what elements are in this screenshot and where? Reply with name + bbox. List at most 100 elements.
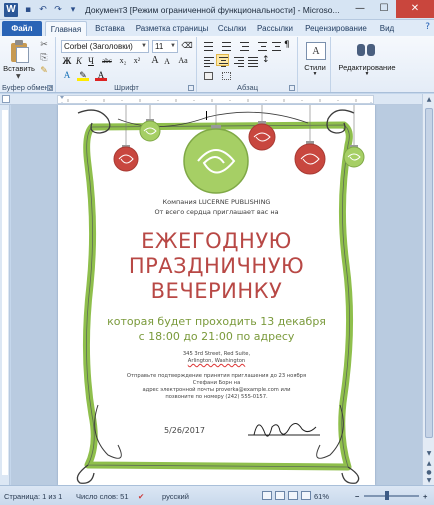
tab-view[interactable]: Вид bbox=[375, 21, 399, 36]
ribbon: Вставить ▼ ✂ ⎘ ✎ Буфер обмена Corbel (За… bbox=[0, 36, 434, 93]
justify-icon[interactable] bbox=[246, 55, 259, 67]
event-details: которая будет проходить 13 декабря с 18:… bbox=[58, 314, 375, 344]
clipboard-group: Вставить ▼ ✂ ⎘ ✎ Буфер обмена bbox=[0, 37, 56, 92]
copy-icon[interactable]: ⎘ bbox=[38, 53, 50, 63]
font-color-icon[interactable]: A bbox=[95, 69, 107, 81]
show-formatting-icon[interactable]: ¶ bbox=[284, 40, 297, 52]
italic-button[interactable]: К bbox=[73, 55, 85, 67]
font-launcher-icon[interactable] bbox=[188, 85, 194, 91]
maximize-button[interactable]: ☐ bbox=[372, 0, 396, 18]
full-screen-view-icon[interactable] bbox=[275, 491, 285, 500]
window-controls: — ☐ ✕ bbox=[348, 0, 434, 18]
help-icon[interactable]: ? bbox=[425, 22, 430, 32]
styles-dropdown-icon[interactable]: ▼ bbox=[299, 71, 331, 77]
font-size-select[interactable]: 11 ▼ bbox=[152, 40, 178, 53]
paste-button[interactable]: Вставить bbox=[2, 64, 36, 73]
align-right-icon[interactable] bbox=[232, 55, 245, 67]
multilevel-list-icon[interactable] bbox=[238, 40, 251, 52]
event-date-line: которая будет проходить 13 декабря bbox=[107, 315, 326, 328]
document-area[interactable]: Компания LUCERNE PUBLISHING От всего сер… bbox=[11, 105, 422, 485]
language-indicator[interactable]: русский bbox=[162, 492, 189, 501]
format-painter-icon[interactable]: ✎ bbox=[38, 66, 50, 76]
ruler-body bbox=[57, 95, 374, 104]
customize-qat-icon[interactable]: ▾ bbox=[67, 4, 79, 16]
select-browse-object-icon[interactable]: ● bbox=[425, 469, 433, 477]
prev-page-icon[interactable]: ▲ bbox=[425, 460, 433, 468]
tab-page-layout[interactable]: Разметка страницы bbox=[133, 21, 211, 36]
paste-icon[interactable] bbox=[8, 40, 30, 64]
outline-view-icon[interactable] bbox=[301, 491, 311, 500]
scroll-down-icon[interactable]: ▼ bbox=[425, 450, 433, 458]
grow-font-button[interactable]: A bbox=[149, 55, 161, 67]
superscript-button[interactable]: x² bbox=[131, 55, 143, 67]
bullets-icon[interactable] bbox=[202, 40, 215, 52]
decrease-indent-icon[interactable] bbox=[256, 40, 269, 52]
strikethrough-button[interactable]: abc bbox=[99, 55, 115, 67]
headline: ЕЖЕГОДНУЮ ПРАЗДНИЧНУЮ ВЕЧЕРИНКУ bbox=[58, 229, 375, 304]
title-bar: W ▪ ↶ ↷ ▾ Документ3 [Режим ограниченной … bbox=[0, 0, 434, 20]
close-button[interactable]: ✕ bbox=[396, 0, 434, 18]
horizontal-ruler[interactable] bbox=[0, 94, 434, 105]
ribbon-tabs: Файл Главная Вставка Разметка страницы С… bbox=[0, 20, 434, 36]
binoculars-icon[interactable] bbox=[354, 40, 380, 62]
increase-indent-icon[interactable] bbox=[270, 40, 283, 52]
rsvp-line-1: Отправьте подтверждение принятия приглаш… bbox=[126, 373, 307, 379]
cut-icon[interactable]: ✂ bbox=[38, 40, 50, 50]
tab-insert[interactable]: Вставка bbox=[89, 21, 131, 36]
zoom-out-button[interactable]: − bbox=[355, 492, 359, 501]
print-layout-view-icon[interactable] bbox=[262, 491, 272, 500]
scroll-up-icon[interactable]: ▲ bbox=[425, 96, 433, 104]
vertical-scrollbar[interactable]: ▲ ▼ ▲ ● ▼ bbox=[422, 94, 434, 485]
headline-line-1: ЕЖЕГОДНУЮ bbox=[141, 229, 292, 253]
clear-format-icon[interactable]: ⌫ bbox=[181, 40, 193, 52]
underline-button[interactable]: Ч bbox=[85, 55, 97, 67]
zoom-slider-knob[interactable] bbox=[385, 491, 389, 500]
scroll-thumb[interactable] bbox=[425, 108, 433, 438]
zoom-level[interactable]: 61% bbox=[314, 492, 329, 501]
tab-home[interactable]: Главная bbox=[45, 21, 87, 36]
zoom-in-button[interactable]: + bbox=[423, 492, 427, 501]
font-name-select[interactable]: Corbel (Заголовки) ▼ bbox=[61, 40, 149, 53]
highlight-icon[interactable]: ✎ bbox=[77, 69, 89, 81]
proofing-icon[interactable]: ✔ bbox=[138, 492, 144, 501]
bold-button[interactable]: Ж bbox=[61, 55, 73, 67]
web-layout-view-icon[interactable] bbox=[288, 491, 298, 500]
tab-mailings[interactable]: Рассылки bbox=[253, 21, 297, 36]
page-count[interactable]: Страница: 1 из 1 bbox=[4, 492, 62, 501]
tab-selector-icon[interactable] bbox=[2, 95, 10, 103]
paste-dropdown-icon[interactable]: ▼ bbox=[16, 73, 21, 80]
tab-review[interactable]: Рецензирование bbox=[299, 21, 373, 36]
tab-references[interactable]: Ссылки bbox=[213, 21, 251, 36]
styles-icon[interactable]: A bbox=[304, 40, 330, 62]
line-spacing-icon[interactable]: ↕ bbox=[262, 55, 275, 67]
change-case-button[interactable]: Aa bbox=[175, 55, 191, 67]
next-page-icon[interactable]: ▼ bbox=[425, 477, 433, 485]
borders-icon[interactable] bbox=[220, 70, 233, 82]
shading-icon[interactable] bbox=[202, 70, 215, 82]
date-field: 5/26/2017 bbox=[164, 426, 206, 435]
editing-dropdown-icon[interactable]: ▼ bbox=[332, 71, 402, 77]
invite-line: От всего сердца приглашает вас на bbox=[154, 208, 279, 216]
minimize-button[interactable]: — bbox=[348, 0, 372, 18]
rsvp-line-4: позвоните по номеру (242) 555-0157. bbox=[165, 394, 268, 400]
word-app-icon[interactable]: W bbox=[4, 3, 18, 17]
align-left-icon[interactable] bbox=[202, 55, 215, 67]
editing-group: Редактирование ▼ bbox=[332, 37, 402, 92]
tab-file[interactable]: Файл bbox=[2, 21, 42, 36]
paragraph-launcher-icon[interactable] bbox=[289, 85, 295, 91]
numbering-icon[interactable] bbox=[220, 40, 233, 52]
shrink-font-button[interactable]: A bbox=[161, 56, 173, 68]
styles-group: A Стили ▼ bbox=[299, 37, 331, 92]
undo-icon[interactable]: ↶ bbox=[37, 4, 49, 16]
text-effects-icon[interactable]: A bbox=[61, 69, 73, 81]
subscript-button[interactable]: x₂ bbox=[117, 55, 129, 67]
align-center-icon[interactable] bbox=[216, 54, 229, 67]
zoom-slider[interactable] bbox=[364, 495, 419, 497]
word-count[interactable]: Число слов: 51 bbox=[76, 492, 129, 501]
clipboard-launcher-icon[interactable] bbox=[47, 85, 53, 91]
company-line: Компания LUCERNE PUBLISHING bbox=[162, 198, 271, 206]
save-icon[interactable]: ▪ bbox=[22, 4, 34, 16]
vertical-ruler[interactable] bbox=[0, 105, 10, 485]
document-page[interactable]: Компания LUCERNE PUBLISHING От всего сер… bbox=[58, 105, 375, 485]
redo-icon[interactable]: ↷ bbox=[52, 4, 64, 16]
